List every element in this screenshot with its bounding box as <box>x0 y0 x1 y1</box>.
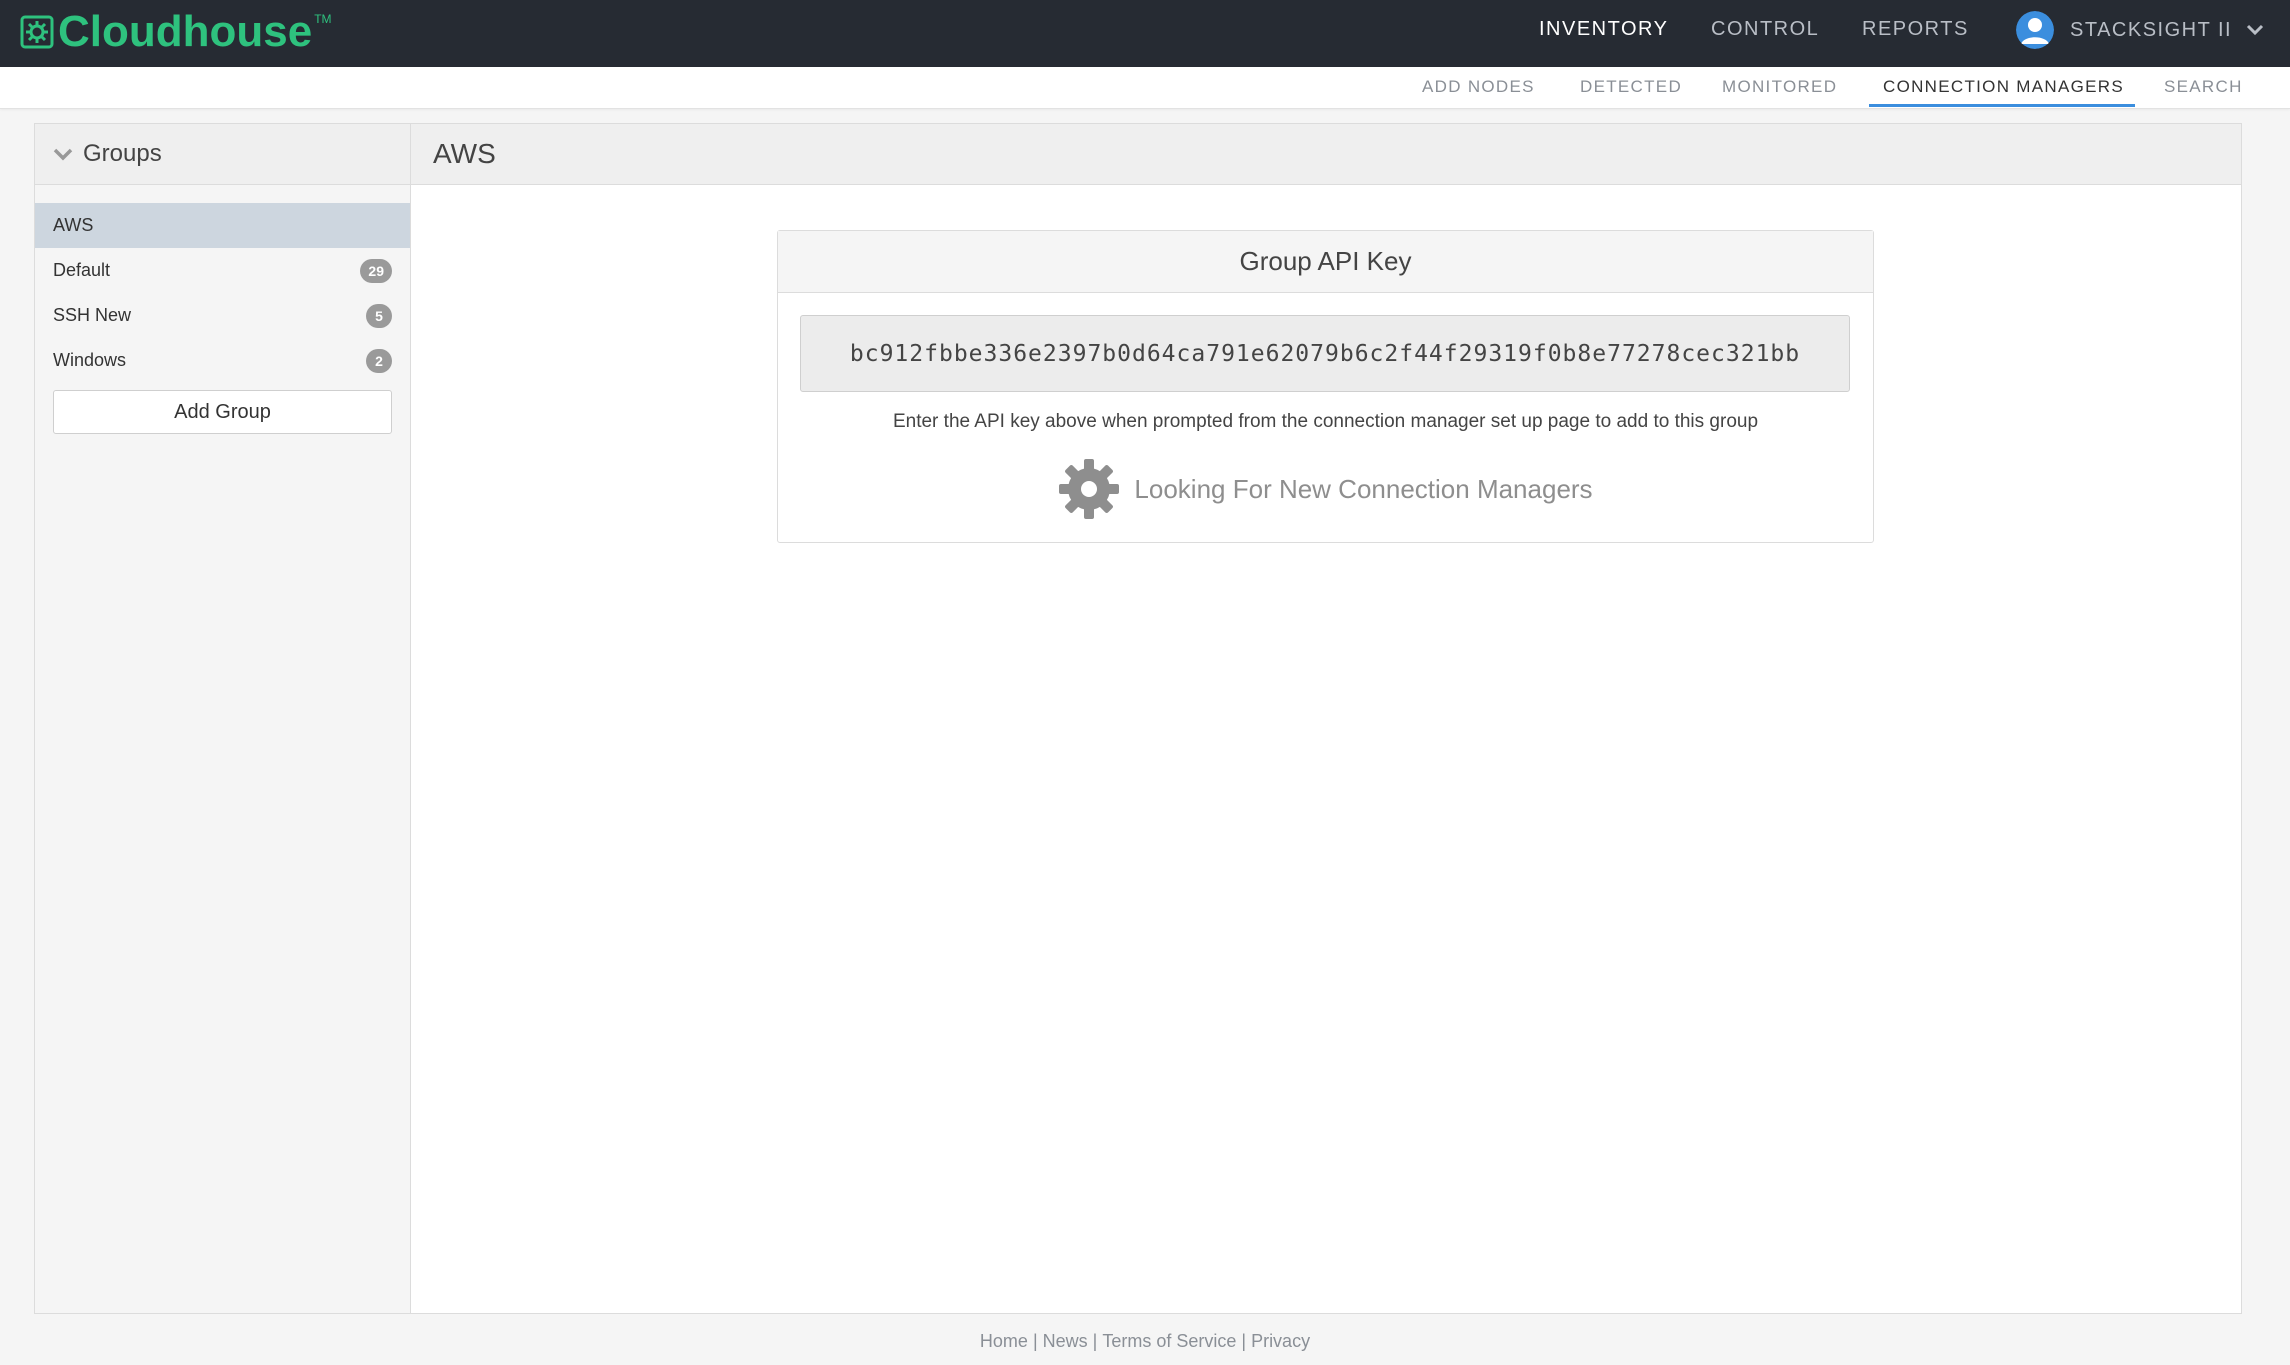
api-key-value[interactable]: bc912fbbe336e2397b0d64ca791e62079b6c2f44… <box>800 315 1850 392</box>
group-list: AWS Default 29 SSH New 5 Windows 2 <box>35 203 410 383</box>
group-item-default[interactable]: Default 29 <box>35 248 410 293</box>
api-card-title: Group API Key <box>778 231 1873 293</box>
subnav-connection-managers[interactable]: CONNECTION MANAGERS <box>1883 77 2124 97</box>
count-badge: 5 <box>366 303 392 328</box>
group-name: Default <box>53 260 111 280</box>
subnav-search[interactable]: SEARCH <box>2164 77 2243 97</box>
group-item-ssh-new[interactable]: SSH New 5 <box>35 293 410 338</box>
footer-separator: | <box>1241 1331 1247 1351</box>
nav-control[interactable]: CONTROL <box>1711 18 1819 41</box>
top-navbar: Cloudhouse TM INVENTORY CONTROL REPORTS … <box>0 0 2290 67</box>
trademark-mark: TM <box>314 12 332 26</box>
footer-link-news[interactable]: News <box>1043 1331 1088 1351</box>
user-name: STACKSIGHT II <box>2070 18 2233 41</box>
content-area: AWS Group API Key bc912fbbe336e2397b0d64… <box>411 124 2241 1313</box>
subnav-detected[interactable]: DETECTED <box>1580 77 1682 97</box>
connection-manager-status: Looking For New Connection Managers <box>778 457 1873 521</box>
count-badge: 2 <box>366 348 392 373</box>
api-key-hint: Enter the API key above when prompted fr… <box>892 411 1759 432</box>
nav-inventory[interactable]: INVENTORY <box>1539 18 1668 41</box>
count-badge: 29 <box>360 258 392 283</box>
status-text: Looking For New Connection Managers <box>1134 473 1593 504</box>
subnav-monitored[interactable]: MONITORED <box>1722 77 1837 97</box>
subnav-add-nodes[interactable]: ADD NODES <box>1422 77 1535 97</box>
sub-navbar: ADD NODES DETECTED MONITORED CONNECTION … <box>0 67 2290 109</box>
footer-separator: | <box>1092 1331 1098 1351</box>
group-item-aws[interactable]: AWS <box>35 203 410 248</box>
footer-link-terms[interactable]: Terms of Service <box>1102 1331 1236 1351</box>
active-tab-underline <box>1869 104 2135 107</box>
groups-sidebar: Groups AWS Default 29 SSH New 5 Windows … <box>35 124 411 1313</box>
cloudhouse-logo[interactable]: Cloudhouse TM <box>20 6 332 58</box>
user-menu[interactable]: STACKSIGHT II <box>2016 10 2264 50</box>
groups-header[interactable]: Groups <box>35 124 410 185</box>
main-panel: Groups AWS Default 29 SSH New 5 Windows … <box>34 123 2242 1314</box>
group-api-key-card: Group API Key bc912fbbe336e2397b0d64ca79… <box>777 230 1874 543</box>
brand-name: Cloudhouse <box>58 7 313 56</box>
group-name: SSH New <box>53 305 132 325</box>
page-title: AWS <box>433 138 496 169</box>
footer-link-home[interactable]: Home <box>980 1331 1028 1351</box>
user-avatar-icon <box>2016 11 2054 49</box>
footer: Home | News | Terms of Service | Privacy <box>0 1331 2290 1352</box>
chevron-down-icon <box>53 148 73 161</box>
gear-square-icon <box>20 15 54 49</box>
nav-reports[interactable]: REPORTS <box>1862 18 1969 41</box>
gear-icon <box>1059 459 1120 519</box>
footer-separator: | <box>1032 1331 1038 1351</box>
group-name: Windows <box>53 350 127 370</box>
group-item-windows[interactable]: Windows 2 <box>35 338 410 383</box>
group-name: AWS <box>53 215 94 235</box>
chevron-down-icon <box>2247 24 2264 36</box>
footer-link-privacy[interactable]: Privacy <box>1251 1331 1310 1351</box>
content-header: AWS <box>411 124 2241 185</box>
add-group-button[interactable]: Add Group <box>53 390 392 434</box>
groups-title: Groups <box>83 140 162 167</box>
